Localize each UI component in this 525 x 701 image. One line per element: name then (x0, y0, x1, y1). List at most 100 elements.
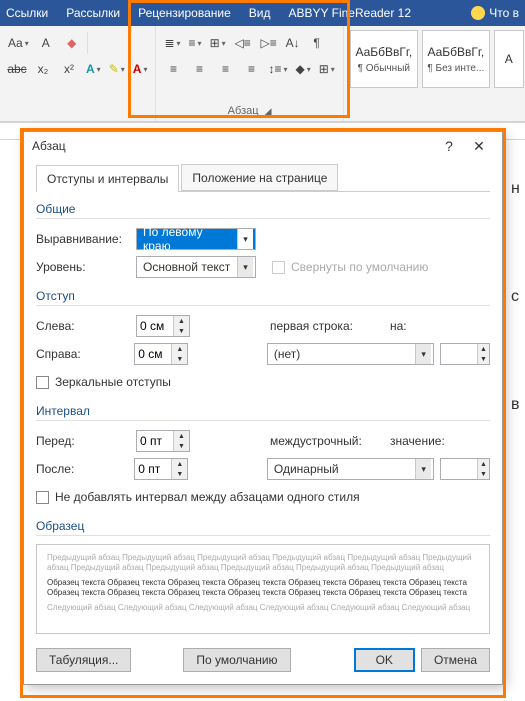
preview-title: Образец (36, 519, 490, 536)
close-button[interactable]: ✕ (464, 138, 494, 155)
style-nospacing[interactable]: АаБбВвГг, ¶ Без инте... (422, 30, 490, 88)
before-spinner[interactable]: ▲▼ (136, 430, 190, 452)
by-spinner[interactable]: ▲▼ (440, 343, 490, 365)
paragraph-dialog: Абзац ? ✕ Отступы и интервалы Положение … (23, 131, 503, 685)
spin-down-icon[interactable]: ▼ (478, 469, 489, 479)
spin-down-icon[interactable]: ▼ (174, 326, 189, 336)
after-input[interactable] (135, 459, 171, 479)
dialog-buttons: Табуляция... По умолчанию OK Отмена (36, 648, 490, 672)
before-label: Перед: (36, 434, 136, 448)
by-label: на: (390, 319, 430, 333)
text-effects-button[interactable]: A▾ (84, 58, 103, 80)
align-center-button[interactable]: ≡ (188, 58, 210, 80)
tab-indents-spacing[interactable]: Отступы и интервалы (36, 165, 179, 192)
divider (87, 32, 109, 54)
at-label: значение: (390, 434, 450, 448)
tab-finereader[interactable]: ABBYY FineReader 12 (289, 6, 412, 20)
tell-me-label: Что в (489, 6, 519, 20)
collapse-checkbox (272, 261, 285, 274)
chevron-down-icon: ▾ (415, 344, 431, 364)
at-input[interactable] (441, 459, 477, 479)
chevron-down-icon: ▾ (415, 459, 431, 479)
document-text: н с в (511, 150, 525, 504)
right-indent-spinner[interactable]: ▲▼ (134, 343, 188, 365)
left-indent-spinner[interactable]: ▲▼ (136, 315, 190, 337)
left-indent-label: Слева: (36, 319, 136, 333)
indent-title: Отступ (36, 289, 490, 306)
alignment-label: Выравнивание: (36, 232, 136, 246)
tab-page-position[interactable]: Положение на странице (181, 164, 338, 191)
cancel-button[interactable]: Отмена (421, 648, 490, 672)
nospace-checkbox[interactable] (36, 491, 49, 504)
mirror-label: Зеркальные отступы (55, 375, 171, 389)
tab-mailings[interactable]: Рассылки (66, 6, 120, 20)
spin-up-icon[interactable]: ▲ (478, 459, 489, 469)
tab-references[interactable]: Ссылки (6, 6, 48, 20)
at-spinner[interactable]: ▲▼ (440, 458, 490, 480)
highlight-button[interactable]: ✎▾ (107, 58, 127, 80)
right-indent-input[interactable] (135, 344, 171, 364)
justify-button[interactable]: ≡ (240, 58, 262, 80)
spin-up-icon[interactable]: ▲ (174, 431, 189, 441)
strike-button[interactable]: abc (6, 58, 28, 80)
level-select[interactable]: Основной текст ▾ (136, 256, 256, 278)
chevron-down-icon: ▾ (237, 229, 253, 249)
ribbon-tabs: Ссылки Рассылки Рецензирование Вид ABBYY… (0, 0, 525, 26)
clear-format-button[interactable]: ◆ (61, 32, 83, 54)
shading-button[interactable]: ◆▾ (293, 58, 312, 80)
spin-up-icon[interactable]: ▲ (174, 316, 189, 326)
borders-button[interactable]: ⊞▾ (317, 58, 337, 80)
help-button[interactable]: ? (434, 138, 464, 154)
spin-down-icon[interactable]: ▼ (172, 469, 187, 479)
dialog-tabs: Отступы и интервалы Положение на страниц… (36, 164, 490, 192)
spacing-title: Интервал (36, 404, 490, 421)
left-indent-input[interactable] (137, 316, 173, 336)
paragraph-group-label: Абзац ◢ (162, 105, 336, 119)
change-case-button[interactable]: Aa▾ (6, 32, 31, 54)
bulb-icon (471, 6, 485, 20)
show-marks-button[interactable]: ¶ (306, 32, 328, 54)
line-spacing-select[interactable]: Одинарный ▾ (267, 458, 434, 480)
paragraph-group: ≣▾ ≡▾ ⊞▾ ◁≡ ▷≡ A↓ ¶ ≡ ≡ ≡ ≡ ↕≡▾ ◆▾ ⊞▾ Аб… (155, 26, 343, 121)
alignment-select[interactable]: По левому краю ▾ (136, 228, 256, 250)
after-label: После: (36, 462, 134, 476)
default-button[interactable]: По умолчанию (183, 648, 290, 672)
font-group: Aa▾ A ◆ abc x₂ x² A▾ ✎▾ A▾ (0, 26, 155, 121)
first-line-select[interactable]: (нет) ▾ (267, 343, 434, 365)
spin-down-icon[interactable]: ▼ (172, 354, 187, 364)
ribbon-body: Aa▾ A ◆ abc x₂ x² A▾ ✎▾ A▾ ≣▾ ≡▾ ⊞▾ ◁≡ ▷… (0, 26, 525, 122)
tab-view[interactable]: Вид (249, 6, 271, 20)
font-color-button[interactable]: A▾ (131, 58, 150, 80)
superscript-button[interactable]: x² (58, 58, 80, 80)
increase-indent-button[interactable]: ▷≡ (258, 32, 280, 54)
tabs-button[interactable]: Табуляция... (36, 648, 131, 672)
mirror-checkbox[interactable] (36, 376, 49, 389)
multilevel-button[interactable]: ⊞▾ (208, 32, 228, 54)
align-right-button[interactable]: ≡ (214, 58, 236, 80)
bullets-button[interactable]: ≣▾ (162, 32, 182, 54)
spin-up-icon[interactable]: ▲ (172, 459, 187, 469)
before-input[interactable] (137, 431, 173, 451)
after-spinner[interactable]: ▲▼ (134, 458, 188, 480)
spin-up-icon[interactable]: ▲ (478, 344, 489, 354)
sort-button[interactable]: A↓ (284, 32, 302, 54)
style-normal[interactable]: АаБбВвГг, ¶ Обычный (350, 30, 418, 88)
general-title: Общие (36, 202, 490, 219)
numbering-button[interactable]: ≡▾ (187, 32, 204, 54)
dialog-launcher-icon[interactable]: ◢ (265, 106, 272, 116)
line-spacing-button[interactable]: ↕≡▾ (266, 58, 289, 80)
spin-up-icon[interactable]: ▲ (172, 344, 187, 354)
tab-review[interactable]: Рецензирование (138, 6, 231, 20)
decrease-indent-button[interactable]: ◁≡ (232, 32, 254, 54)
subscript-button[interactable]: x₂ (32, 58, 54, 80)
align-left-button[interactable]: ≡ (162, 58, 184, 80)
nospace-label: Не добавлять интервал между абзацами одн… (55, 490, 360, 504)
spin-down-icon[interactable]: ▼ (478, 354, 489, 364)
spin-down-icon[interactable]: ▼ (174, 441, 189, 451)
section-spacing: Интервал Перед: ▲▼ междустрочный: значен… (36, 404, 490, 509)
tell-me[interactable]: Что в (471, 6, 519, 20)
grow-font-button[interactable]: A (35, 32, 57, 54)
ok-button[interactable]: OK (354, 648, 415, 672)
style-more[interactable]: А (494, 30, 524, 88)
by-input[interactable] (441, 344, 477, 364)
